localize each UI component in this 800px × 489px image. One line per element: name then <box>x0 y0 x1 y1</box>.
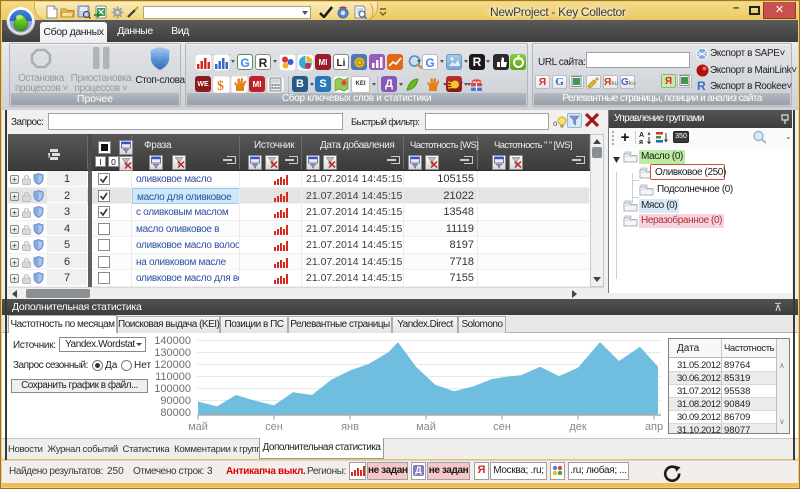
svg-text:$: $ <box>217 79 224 93</box>
svg-text:А: А <box>639 132 644 139</box>
svg-text:o: o <box>553 119 558 128</box>
svg-text:я: я <box>639 139 643 145</box>
